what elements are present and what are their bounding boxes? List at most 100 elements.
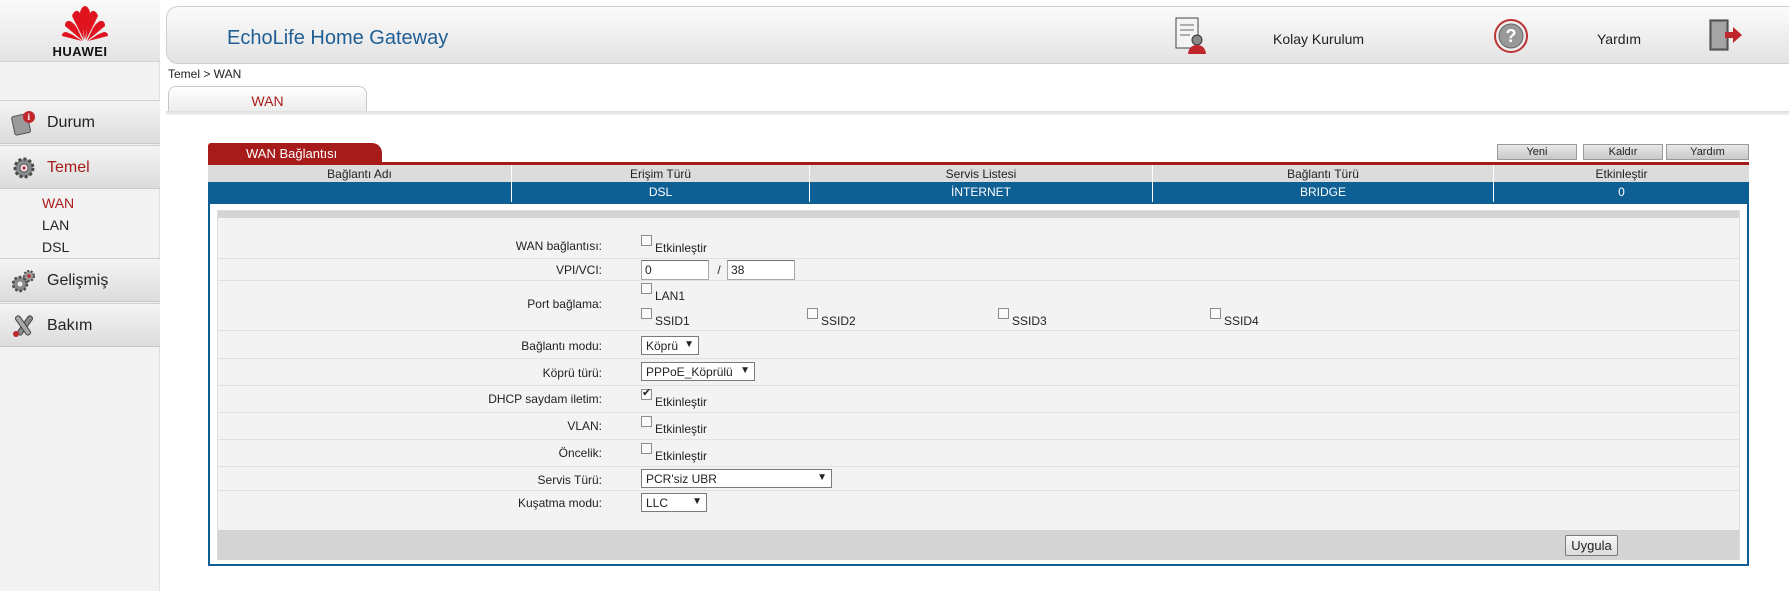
select-value: Köprü (646, 339, 679, 353)
checkbox-label: SSID3 (1012, 314, 1047, 328)
sidebar-subitem-wan[interactable]: WAN (0, 191, 160, 213)
brand-name: HUAWEI (52, 44, 108, 59)
brand-logo: HUAWEI (0, 0, 160, 62)
table-cell (208, 182, 512, 202)
port-ssid3-checkbox[interactable] (998, 308, 1009, 319)
vpi-input[interactable] (641, 260, 709, 280)
dhcp-transparent-label: DHCP saydam iletim: (488, 392, 602, 406)
priority-checkbox[interactable] (641, 443, 652, 454)
vlan-label: VLAN: (567, 419, 602, 433)
port-ssid4-control: SSID4 (1210, 308, 1259, 328)
vlan-control: Etkinleştir (641, 416, 707, 436)
encapsulation-select[interactable]: LLC ▼ (641, 493, 707, 512)
tab-divider (166, 111, 1789, 115)
huawei-logo-icon (62, 6, 108, 41)
sidebar-item-bakim[interactable]: Bakım (0, 303, 160, 347)
select-value: PCR'siz UBR (646, 472, 717, 486)
encapsulation-control: LLC ▼ (641, 493, 707, 512)
sidebar-item-label: Temel (47, 159, 90, 176)
sidebar-subitem-dsl[interactable]: DSL (0, 235, 160, 257)
section-title: WAN Bağlantısı (208, 143, 382, 163)
help-link[interactable]: Yardım (1597, 31, 1641, 47)
sidebar-item-label: Bakım (47, 317, 93, 334)
table-row[interactable]: DSL İNTERNET BRIDGE 0 (208, 182, 1749, 202)
port-ssid4-checkbox[interactable] (1210, 308, 1221, 319)
help-icon[interactable]: ? (1493, 18, 1529, 54)
form-row-vlan: VLAN: Etkinleştir (218, 413, 1739, 440)
form-row-port-binding: Port bağlama: LAN1 SSID1 SSID2 SSID3 SSI… (218, 281, 1739, 331)
form-area: WAN bağlantısı: Etkinleştir VPI/VCI: / P… (217, 210, 1740, 560)
encapsulation-label: Kuşatma modu: (517, 496, 602, 510)
wan-connection-control: Etkinleştir (641, 235, 707, 255)
connection-mode-select[interactable]: Köprü ▼ (641, 336, 699, 355)
apply-button[interactable]: Uygula (1565, 535, 1618, 556)
service-type-control: PCR'siz UBR ▼ (641, 469, 832, 488)
port-lan1-checkbox[interactable] (641, 283, 652, 294)
form-row-encapsulation: Kuşatma modu: LLC ▼ (218, 491, 1739, 515)
remove-button[interactable]: Kaldır (1583, 144, 1663, 160)
wan-connection-checkbox[interactable] (641, 235, 652, 246)
checkbox-label: SSID4 (1224, 314, 1259, 328)
port-lan1-control: LAN1 (641, 283, 685, 303)
table-cell: DSL (512, 182, 810, 202)
app-title: EchoLife Home Gateway (227, 27, 449, 49)
form-row-wan-connection: WAN bağlantısı: Etkinleştir (218, 235, 1739, 259)
dropdown-arrow-icon: ▼ (817, 472, 827, 483)
service-type-label: Servis Türü: (537, 473, 602, 487)
column-header: Erişim Türü (512, 165, 810, 182)
gear-icon (13, 157, 35, 179)
bridge-type-control: PPPoE_Köprülü ▼ (641, 362, 755, 381)
maintenance-tools-icon (13, 315, 34, 337)
vci-input[interactable] (727, 260, 796, 280)
port-ssid1-checkbox[interactable] (641, 308, 652, 319)
dhcp-transparent-control: Etkinleştir (641, 386, 707, 409)
wan-config-panel: WAN bağlantısı: Etkinleştir VPI/VCI: / P… (208, 202, 1749, 566)
port-ssid1-control: SSID1 (641, 308, 690, 328)
table-header: Bağlantı Adı Erişim Türü Servis Listesi … (208, 165, 1749, 182)
sidebar-subitem-label: DSL (42, 239, 70, 255)
connection-mode-control: Köprü ▼ (641, 336, 699, 355)
priority-label: Öncelik: (558, 446, 602, 460)
form-row-bridge-type: Köprü türü: PPPoE_Köprülü ▼ (218, 359, 1739, 386)
port-ssid2-checkbox[interactable] (807, 308, 818, 319)
port-ssid3-control: SSID3 (998, 308, 1047, 328)
table-cell: İNTERNET (810, 182, 1153, 202)
checkbox-label: Etkinleştir (655, 395, 708, 409)
dropdown-arrow-icon: ▼ (684, 339, 694, 350)
column-header: Bağlantı Türü (1153, 165, 1494, 182)
checkbox-label: Etkinleştir (655, 241, 708, 255)
status-info-icon: i (11, 111, 35, 136)
sidebar-item-label: Durum (47, 114, 96, 131)
bridge-type-label: Köprü türü: (542, 366, 602, 380)
advanced-gears-icon (11, 270, 35, 293)
vlan-checkbox[interactable] (641, 416, 652, 427)
sidebar-item-temel[interactable]: Temel (0, 145, 160, 189)
sidebar-item-gelismis[interactable]: Gelişmiş (0, 258, 160, 302)
tab-wan[interactable]: WAN (168, 86, 367, 112)
checkbox-label: Etkinleştir (655, 422, 708, 436)
table-help-button[interactable]: Yardım (1666, 144, 1749, 160)
service-type-select[interactable]: PCR'siz UBR ▼ (641, 469, 832, 488)
dhcp-transparent-checkbox[interactable] (641, 386, 652, 400)
priority-control: Etkinleştir (641, 443, 707, 463)
logout-icon[interactable] (1707, 16, 1743, 56)
table-cell: BRIDGE (1153, 182, 1494, 202)
table-cell: 0 (1618, 185, 1625, 199)
header-bar: EchoLife Home Gateway Kolay Kurulum ? Ya… (166, 6, 1789, 64)
dropdown-arrow-icon: ▼ (692, 496, 702, 507)
form-row-priority: Öncelik: Etkinleştir (218, 440, 1739, 467)
port-binding-label: Port bağlama: (527, 297, 602, 311)
bridge-type-select[interactable]: PPPoE_Köprülü ▼ (641, 362, 755, 381)
quick-setup-icon[interactable] (1173, 16, 1209, 56)
quick-setup-link[interactable]: Kolay Kurulum (1273, 31, 1364, 47)
sidebar-subitem-lan[interactable]: LAN (0, 213, 160, 235)
page: HUAWEI i Durum Temel WAN LAN DSL Gelişmi… (0, 0, 1789, 591)
connection-mode-label: Bağlantı modu: (521, 339, 602, 353)
breadcrumb: Temel > WAN (168, 67, 242, 81)
sidebar-item-durum[interactable]: i Durum (0, 100, 160, 144)
new-button[interactable]: Yeni (1497, 144, 1577, 160)
column-header: Etkinleştir (1595, 167, 1648, 181)
port-ssid2-control: SSID2 (807, 308, 856, 328)
sidebar-subitem-label: WAN (42, 195, 75, 211)
select-value: PPPoE_Köprülü (646, 365, 733, 379)
